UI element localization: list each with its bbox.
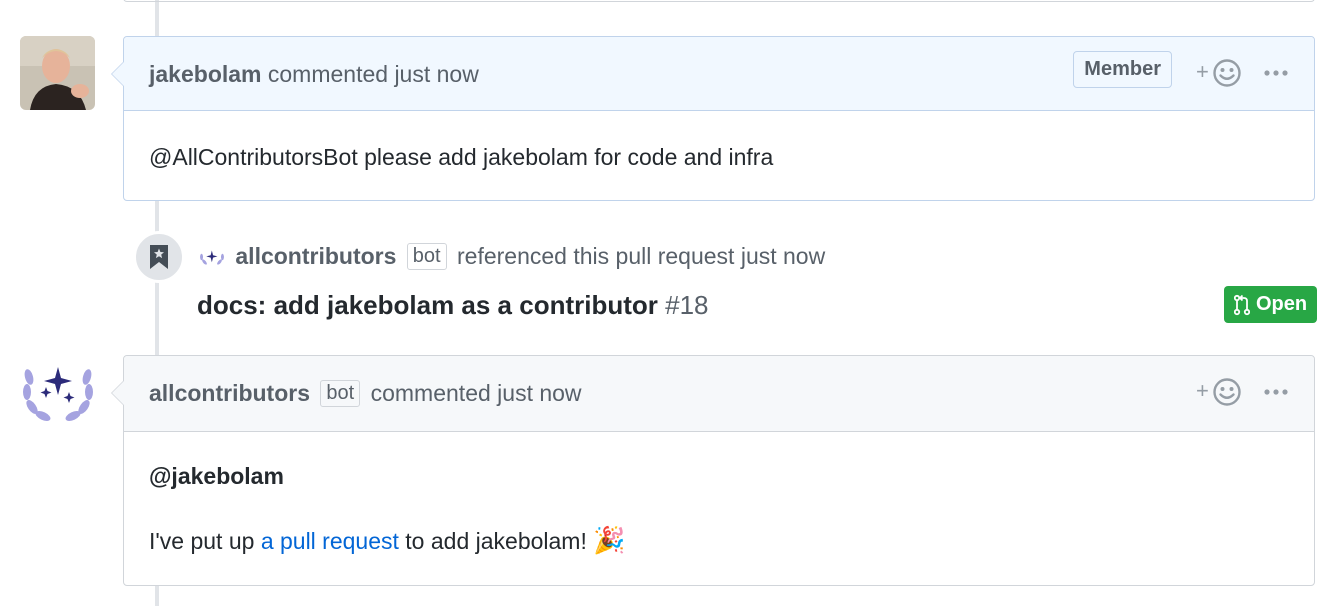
reference-author[interactable]: allcontributors [235,243,396,269]
comment-author[interactable]: allcontributors [149,380,310,406]
smiley-icon [1213,378,1241,406]
pr-state-label: Open [1255,293,1308,315]
avatar-jakebolam[interactable] [20,36,95,110]
comment-author[interactable]: jakebolam [149,61,262,87]
comment-header-text: jakebolam commented just now [149,61,479,88]
body-suffix: to add jakebolam! [398,528,587,555]
laurel-sparkles-icon [23,367,93,421]
user-mention[interactable]: @jakebolam [149,460,1289,492]
add-reaction-button[interactable]: + [1196,376,1244,408]
plus-icon: + [1196,59,1209,84]
comment-allcontributors: allcontributors bot commented just now +… [111,355,1315,589]
comment-paragraph: I've put up a pull request to add jakebo… [149,522,1289,558]
body-prefix: I've put up [149,528,261,555]
comment-action[interactable]: commented just now [268,61,479,87]
kebab-horizontal-icon [1264,389,1288,395]
git-pull-request-icon [1233,294,1250,315]
smiley-icon [1213,59,1241,87]
more-options-button[interactable] [1262,376,1292,408]
pull-request-link[interactable]: a pull request [261,528,399,554]
reference-action[interactable]: referenced this pull request just now [457,243,825,269]
reference-pr-number[interactable]: #18 [665,290,708,320]
timeline-line-top [155,0,159,36]
comment-body: @jakebolam I've put up a pull request to… [124,432,1314,589]
add-reaction-button[interactable]: + [1196,57,1244,89]
comment-body: @AllContributorsBot please add jakebolam… [149,144,774,170]
comment-caret [111,380,124,406]
reference-pr: docs: add jakebolam as a contributor #18 [197,290,709,321]
reference-event-badge [133,231,185,283]
reference-event-text: allcontributors bot referenced this pull… [198,243,825,270]
party-popper-icon: 🎉 [593,525,626,556]
timeline-line-bottom [155,586,159,606]
previous-comment-edge [123,0,1315,2]
plus-icon: + [1196,378,1209,403]
bot-label: bot [406,243,447,270]
comment-caret [111,61,124,87]
laurel-sparkles-icon[interactable] [198,244,226,270]
bookmark-icon [150,245,168,269]
comment-header: jakebolam commented just now Member + [124,37,1314,111]
comment-header-text: allcontributors bot commented just now [149,380,582,407]
member-badge: Member [1073,51,1172,88]
reference-pr-title[interactable]: docs: add jakebolam as a contributor [197,290,658,320]
pr-state-open-badge: Open [1224,286,1317,323]
comment-action[interactable]: commented just now [371,380,582,406]
comment-jakebolam: jakebolam commented just now Member + @A… [111,36,1315,201]
avatar-allcontributors[interactable] [20,355,96,425]
comment-header: allcontributors bot commented just now + [124,356,1314,432]
bot-label: bot [320,380,361,407]
more-options-button[interactable] [1262,57,1292,89]
kebab-horizontal-icon [1264,70,1288,76]
